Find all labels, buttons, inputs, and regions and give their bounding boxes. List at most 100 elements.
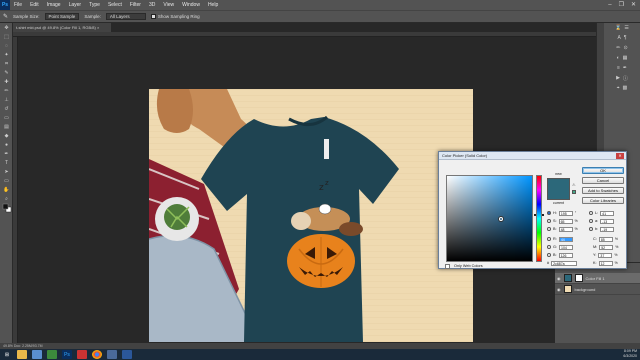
type-tool-icon[interactable]: T bbox=[0, 158, 13, 167]
sample-size-select[interactable]: Point Sample bbox=[44, 13, 80, 20]
blur-tool-icon[interactable]: ◆ bbox=[0, 131, 13, 140]
hue-slider-handle[interactable] bbox=[534, 214, 544, 216]
gamut-warning-icon[interactable]: ⚠ bbox=[572, 182, 576, 187]
paragraph-panel-icon[interactable]: ¶ bbox=[624, 35, 627, 41]
properties-panel-icon[interactable]: ☰ bbox=[624, 25, 628, 31]
lasso-tool-icon[interactable]: ◌ bbox=[0, 41, 13, 50]
blue-radio[interactable] bbox=[547, 253, 551, 257]
windows-start-icon[interactable]: ⊞ bbox=[2, 350, 12, 359]
stamp-tool-icon[interactable]: ⊥ bbox=[0, 95, 13, 104]
visibility-eye-icon[interactable]: ◉ bbox=[557, 276, 561, 281]
layer-row-color-fill[interactable]: ◉ Color Fill 1 bbox=[555, 273, 640, 284]
color-sample-ring[interactable] bbox=[499, 217, 503, 221]
healing-tool-icon[interactable]: ✚ bbox=[0, 77, 13, 86]
hand-tool-icon[interactable]: ✋ bbox=[0, 185, 13, 194]
app-icon[interactable] bbox=[107, 350, 117, 359]
shape-tool-icon[interactable]: ▭ bbox=[0, 176, 13, 185]
channels-panel-icon[interactable]: ≡ bbox=[617, 65, 620, 71]
saturation-radio[interactable] bbox=[547, 219, 551, 223]
layer-row-background[interactable]: ◉ background bbox=[555, 284, 640, 295]
menu-3d[interactable]: 3D bbox=[145, 0, 159, 10]
close-icon[interactable]: ✕ bbox=[616, 153, 624, 159]
file-explorer-icon[interactable] bbox=[17, 350, 27, 359]
history-panel-icon[interactable]: ⌛ bbox=[615, 25, 621, 31]
navigator-panel-icon[interactable]: ⌖ bbox=[617, 85, 620, 91]
eyedropper-icon[interactable]: ✎ bbox=[3, 13, 8, 20]
blue-input[interactable]: 126 bbox=[558, 252, 573, 258]
cyan-input[interactable]: 85 bbox=[598, 236, 613, 242]
brush-panel-icon[interactable]: ✏ bbox=[616, 45, 620, 51]
pen-tool-icon[interactable]: ✒ bbox=[0, 149, 13, 158]
hue-input[interactable]: 195 bbox=[558, 210, 573, 216]
lab-b-radio[interactable] bbox=[589, 227, 593, 231]
color-swatches-icon[interactable] bbox=[0, 203, 13, 212]
store-icon[interactable] bbox=[47, 350, 57, 359]
menu-type[interactable]: Type bbox=[85, 0, 104, 10]
clone-source-panel-icon[interactable]: ⊙ bbox=[624, 45, 628, 51]
menu-select[interactable]: Select bbox=[104, 0, 126, 10]
photoshop-taskbar-icon[interactable]: Ps bbox=[62, 350, 72, 359]
adjustments-panel-icon[interactable]: ◐ bbox=[617, 55, 620, 61]
yellow-input[interactable]: 37 bbox=[598, 252, 613, 258]
red-input[interactable]: 44 bbox=[558, 236, 573, 242]
menu-window[interactable]: Window bbox=[178, 0, 204, 10]
styles-panel-icon[interactable]: ▦ bbox=[623, 55, 628, 61]
chrome-icon[interactable] bbox=[92, 350, 102, 359]
media-player-icon[interactable] bbox=[77, 350, 87, 359]
lab-b-input[interactable]: -19 bbox=[600, 226, 615, 232]
sample-select[interactable]: All Layers bbox=[105, 13, 146, 20]
brightness-radio[interactable] bbox=[547, 227, 551, 231]
current-color-swatch[interactable] bbox=[547, 189, 570, 200]
hue-radio[interactable] bbox=[547, 211, 551, 215]
lab-l-radio[interactable] bbox=[589, 211, 593, 215]
saturation-brightness-field[interactable] bbox=[446, 175, 533, 262]
show-ring-checkbox[interactable]: Show Sampling Ring bbox=[150, 14, 200, 20]
green-input[interactable]: 104 bbox=[559, 244, 574, 250]
brightness-input[interactable]: 48 bbox=[558, 226, 573, 232]
green-radio[interactable] bbox=[547, 245, 551, 249]
crop-tool-icon[interactable]: ⌗ bbox=[0, 59, 13, 68]
paths-panel-icon[interactable]: ✒ bbox=[623, 65, 627, 71]
cancel-button[interactable]: Cancel bbox=[582, 177, 624, 184]
word-icon[interactable] bbox=[122, 350, 132, 359]
dodge-tool-icon[interactable]: ● bbox=[0, 140, 13, 149]
document-tab[interactable]: t-shirt mkt.psd @ 49.8% (Color Fill 1, R… bbox=[13, 23, 111, 32]
lab-l-input[interactable]: 41 bbox=[600, 210, 615, 216]
restore-icon[interactable]: ❐ bbox=[619, 0, 624, 10]
only-web-colors-checkbox[interactable] bbox=[445, 263, 450, 269]
minimize-icon[interactable]: – bbox=[608, 0, 611, 10]
swatches-panel-icon[interactable]: ▩ bbox=[623, 85, 628, 91]
move-tool-icon[interactable]: ✥ bbox=[0, 23, 13, 32]
eraser-tool-icon[interactable]: ▭ bbox=[0, 113, 13, 122]
path-select-tool-icon[interactable]: ➤ bbox=[0, 167, 13, 176]
actions-panel-icon[interactable]: ▶ bbox=[616, 75, 620, 81]
menu-view[interactable]: View bbox=[159, 0, 178, 10]
menu-help[interactable]: Help bbox=[204, 0, 222, 10]
document-canvas-image[interactable]: z z bbox=[149, 89, 473, 342]
saturation-input[interactable]: 65 bbox=[558, 218, 573, 224]
eyedropper-tool-icon[interactable]: ✎ bbox=[0, 68, 13, 77]
black-input[interactable]: 12 bbox=[598, 260, 613, 266]
hue-slider[interactable] bbox=[536, 175, 542, 262]
hex-input[interactable]: 2c687a bbox=[551, 260, 578, 266]
gradient-tool-icon[interactable]: ▤ bbox=[0, 122, 13, 131]
web-safe-cube-icon[interactable] bbox=[572, 190, 576, 194]
marquee-tool-icon[interactable]: ⬚ bbox=[0, 32, 13, 41]
visibility-eye-icon[interactable]: ◉ bbox=[557, 287, 561, 292]
add-to-swatches-button[interactable]: Add to Swatches bbox=[582, 187, 624, 194]
lab-a-input[interactable]: -13 bbox=[600, 218, 615, 224]
magenta-input[interactable]: 52 bbox=[599, 244, 614, 250]
taskview-icon[interactable] bbox=[32, 350, 42, 359]
system-tray-clock[interactable]: 8:09 PM 6/3/2020 bbox=[623, 349, 637, 360]
menu-filter[interactable]: Filter bbox=[126, 0, 145, 10]
color-libraries-button[interactable]: Color Libraries bbox=[582, 197, 624, 204]
character-panel-icon[interactable]: A bbox=[617, 35, 620, 41]
menu-layer[interactable]: Layer bbox=[65, 0, 86, 10]
brush-tool-icon[interactable]: ✏ bbox=[0, 86, 13, 95]
menu-edit[interactable]: Edit bbox=[26, 0, 43, 10]
menu-image[interactable]: Image bbox=[43, 0, 65, 10]
quick-select-tool-icon[interactable]: ✦ bbox=[0, 50, 13, 59]
red-radio[interactable] bbox=[547, 237, 551, 241]
close-icon[interactable]: ✕ bbox=[631, 0, 636, 10]
lab-a-radio[interactable] bbox=[589, 219, 593, 223]
